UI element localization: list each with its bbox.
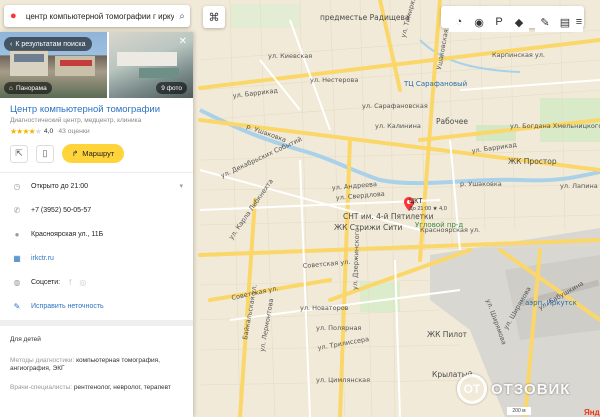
- facebook-icon[interactable]: f: [69, 278, 71, 287]
- phone-row[interactable]: ✆ +7 (3952) 50-05-57: [0, 198, 193, 222]
- watermark-text: ОТЗОВИК: [491, 380, 571, 398]
- panorama-label: Панорама: [15, 84, 47, 92]
- social-label: Соцсети:: [31, 278, 61, 286]
- rating-stars: ★★★★★: [10, 127, 42, 136]
- phone-icon: ✆: [13, 205, 21, 215]
- feature-key: Методы диагностики:: [10, 356, 77, 364]
- bookmark-icon: ▯: [42, 148, 48, 158]
- hours-text: Открыто до 21:00: [31, 182, 89, 190]
- address-text: Красноярская ул., 11Б: [31, 230, 104, 238]
- back-to-results-button[interactable]: ‹ К результатам поиска: [4, 37, 92, 51]
- poi-label: ЖК Простор: [508, 157, 557, 166]
- reviews-count[interactable]: 43 оценки: [58, 128, 89, 135]
- panorama-button[interactable]: ⌂ Панорама: [4, 82, 52, 94]
- otzovik-watermark: ОТ ОТЗОВИК: [457, 372, 600, 406]
- search-icon[interactable]: ⌕: [174, 11, 190, 22]
- rating-value: 4,0: [43, 128, 54, 135]
- yandex-logo[interactable]: Янд: [584, 408, 600, 417]
- marker-subtitle: До 21:00 ★ 4,0: [409, 206, 447, 212]
- website-row[interactable]: ▦ irkctr.ru: [0, 246, 193, 270]
- hours-row[interactable]: ◷ Открыто до 21:00 ▾: [0, 174, 193, 198]
- marker-title[interactable]: ЦКТ: [409, 198, 423, 205]
- social-row: ◍ Соцсети: f ◎: [0, 270, 193, 294]
- poi-label: Угловой пр-д: [415, 221, 463, 229]
- street-label: ул. Киевская: [268, 52, 312, 60]
- street-label: Карпинская ул.: [492, 51, 545, 59]
- website-link[interactable]: irkctr.ru: [31, 255, 54, 262]
- instagram-icon[interactable]: ◎: [79, 278, 86, 287]
- street-label: ул. Новаторов: [300, 304, 349, 312]
- street-label: ул. Богдана Хмельницкого: [510, 122, 600, 130]
- route-label: Маршрут: [82, 149, 115, 158]
- yandex-maps-pin-icon: ●: [10, 10, 17, 22]
- pencil-icon: ✎: [13, 301, 21, 311]
- feature-value: рентгенолог, невролог, терапевт: [73, 383, 171, 391]
- card-actions: ⇱ ▯ ↱ Маршрут: [10, 144, 183, 163]
- print-icon[interactable]: ▤: [555, 12, 575, 32]
- feature-key: Врачи-специалисты:: [10, 383, 74, 391]
- route-layer-icon: ⌘: [208, 11, 220, 24]
- street-label: ул. Нестерова: [310, 76, 358, 84]
- district-label: Рабочее: [436, 117, 468, 126]
- app-root: ул. Киевская ул. Нестерова ул. Баррикад …: [0, 0, 600, 417]
- parking-icon[interactable]: P: [489, 12, 509, 32]
- poi-label: СНТ им. 4-й Пятилетки: [343, 212, 434, 221]
- fix-inaccuracy-row[interactable]: ✎ Исправить неточность: [0, 294, 193, 318]
- chevron-left-icon: ‹: [10, 40, 13, 48]
- watermark-logo: ОТ: [457, 374, 487, 404]
- phone-text[interactable]: +7 (3952) 50-05-57: [31, 207, 91, 214]
- street-label: ул. Полярная: [316, 324, 361, 332]
- search-bar: ● ⌕: [4, 5, 190, 27]
- layers-icon[interactable]: ◆: [509, 12, 529, 32]
- divider: [0, 172, 193, 173]
- street-label: ул. Сарафановская: [362, 102, 428, 110]
- panorama-icon[interactable]: ◉: [469, 12, 489, 32]
- ruler-icon[interactable]: ✎: [535, 12, 555, 32]
- bookmark-button[interactable]: ▯: [36, 144, 54, 163]
- map-controls-button[interactable]: ⌘: [203, 6, 225, 28]
- traffic-icon[interactable]: ◔: [449, 12, 469, 32]
- poi-label: ТЦ Сарафановый: [403, 80, 467, 88]
- street-label: ул. Цимлянская: [316, 376, 370, 384]
- star-icon: ★: [34, 127, 42, 136]
- feature-item: Для детей: [0, 336, 193, 345]
- menu-icon[interactable]: ≡: [575, 12, 583, 32]
- close-icon[interactable]: ✕: [179, 36, 187, 47]
- map-toolbar: ◔ ◉ P ◆ ✎ ▤ ≡: [441, 6, 584, 32]
- section-divider: [0, 320, 193, 326]
- address-row[interactable]: ● Красноярская ул., 11Б: [0, 222, 193, 246]
- poi-label: ЖК Стрижи Сити: [334, 223, 403, 232]
- map-scale: 200 м: [507, 407, 531, 415]
- organization-name[interactable]: Центр компьютерной томографии: [10, 104, 183, 115]
- location-icon: ●: [14, 229, 20, 239]
- airport-label: аэрп. Иркутск: [525, 299, 577, 307]
- fix-inaccuracy-link[interactable]: Исправить неточность: [31, 303, 104, 310]
- route-button[interactable]: ↱ Маршрут: [62, 144, 125, 163]
- back-label: К результатам поиска: [15, 40, 86, 48]
- panorama-icon: ⌂: [9, 84, 13, 92]
- street-label: ул. Калинина: [375, 122, 421, 130]
- district-label: предместье Радищева: [320, 13, 410, 22]
- street-label: р. Ушаковка: [460, 180, 502, 188]
- clock-icon: ◷: [13, 181, 21, 191]
- search-input[interactable]: [25, 11, 175, 21]
- share-icon: ⇱: [15, 148, 23, 158]
- social-icon: ◍: [13, 277, 21, 287]
- feature-item: Врачи-специалисты: рентгенолог, невролог…: [0, 384, 193, 393]
- street-label: ул. Лапина: [560, 182, 598, 190]
- route-icon: ↱: [72, 149, 79, 158]
- feature-value: Для детей: [10, 336, 41, 343]
- rating-row[interactable]: ★★★★★ 4,0 43 оценки: [10, 127, 183, 136]
- photo-count-badge[interactable]: 9 фото: [156, 82, 187, 94]
- organization-categories: Диагностический центр, медцентр, клиника: [10, 117, 142, 124]
- chevron-down-icon[interactable]: ▾: [179, 182, 183, 190]
- feature-item: Методы диагностики: компьютерная томогра…: [0, 357, 193, 374]
- organization-card: ‹ К результатам поиска ✕ ⌂ Панорама 9 фо…: [0, 32, 193, 417]
- share-button[interactable]: ⇱: [10, 144, 28, 163]
- photo-gallery[interactable]: ‹ К результатам поиска ✕ ⌂ Панорама 9 фо…: [0, 32, 193, 98]
- website-icon: ▦: [13, 253, 21, 263]
- poi-label: ЖК Пилот: [427, 330, 468, 339]
